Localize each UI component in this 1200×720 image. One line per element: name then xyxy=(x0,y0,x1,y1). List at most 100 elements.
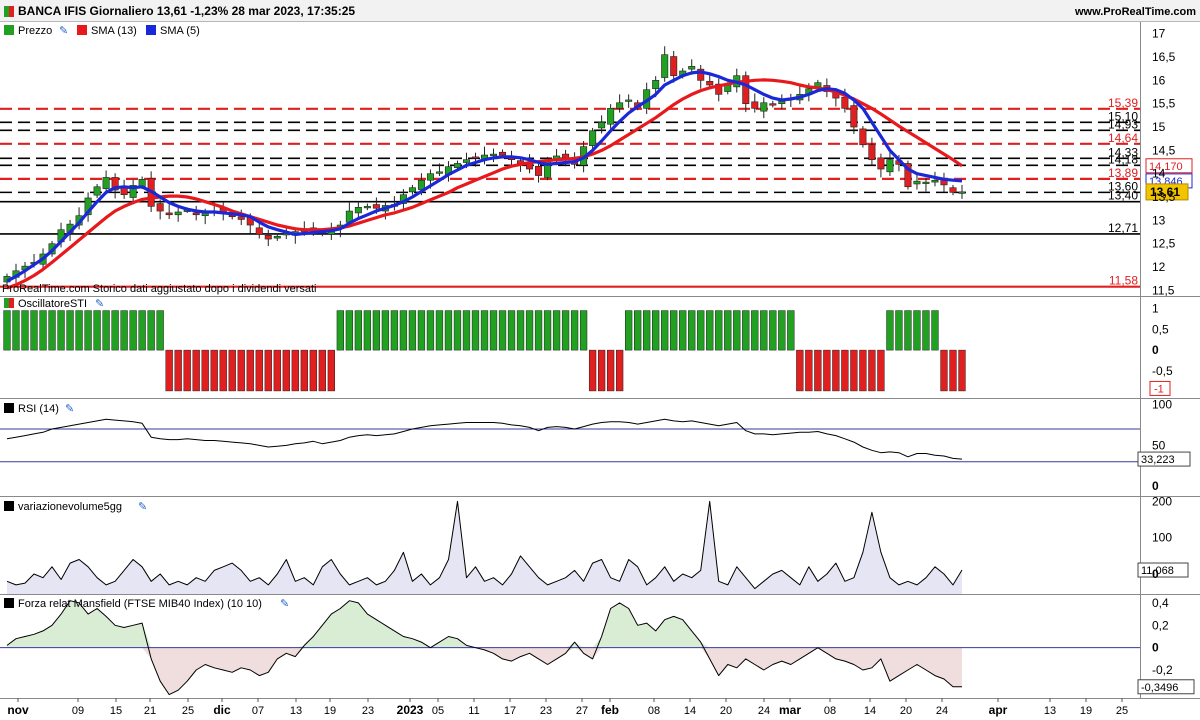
wrench-icon[interactable]: ✎ xyxy=(280,598,289,610)
mans-ytick: 0 xyxy=(1152,641,1159,655)
sti-title-text[interactable]: OscillatoreSTI xyxy=(18,298,87,310)
sti-ytick: 0,5 xyxy=(1152,322,1169,336)
sti-tag-value: -1 xyxy=(1154,383,1164,395)
sti-bar xyxy=(958,349,966,392)
candle-body xyxy=(625,99,633,102)
level-label: 14,93 xyxy=(1108,117,1138,131)
price-ytick: 12 xyxy=(1152,260,1166,274)
vol-title-text[interactable]: variazionevolume5gg xyxy=(18,501,122,513)
level-label: 14,18 xyxy=(1108,152,1138,166)
candle-body xyxy=(120,187,128,196)
vol-ytick: 0 xyxy=(1152,567,1159,581)
x-label: mar xyxy=(779,703,801,717)
candle-body xyxy=(760,102,768,112)
candle-body xyxy=(435,171,443,174)
sti-bar xyxy=(417,310,426,351)
sti-bar xyxy=(561,310,570,351)
candle-body xyxy=(913,180,921,185)
mans-title-text[interactable]: Forza relat Mansfield (FTSE MIB40 Index)… xyxy=(18,598,262,610)
sti-bar xyxy=(625,310,633,351)
legend-sma5[interactable]: SMA (5) xyxy=(160,25,200,37)
candle-body xyxy=(255,227,263,235)
sti-bar xyxy=(399,310,408,351)
sma13-legend-swatch xyxy=(77,25,87,35)
mans-ytick: -0,2 xyxy=(1152,663,1173,677)
price-ytick: 15,5 xyxy=(1152,97,1176,111)
sti-bar xyxy=(372,310,381,351)
level-label: 13,40 xyxy=(1108,189,1138,203)
legend-prezzo[interactable]: Prezzo xyxy=(18,25,52,37)
sti-bar xyxy=(246,349,254,392)
candle-body xyxy=(769,103,777,106)
candle-body xyxy=(273,235,281,239)
candle-body xyxy=(363,206,371,209)
candle-body xyxy=(192,212,200,216)
mans-ytick: 0,2 xyxy=(1152,618,1169,632)
sti-bar xyxy=(534,310,543,351)
sti-bar xyxy=(796,349,804,392)
candle-body xyxy=(652,80,660,90)
sti-ytick: 0 xyxy=(1152,343,1159,357)
candle-body xyxy=(778,101,786,104)
sti-bar xyxy=(570,310,579,351)
sti-bar xyxy=(327,349,335,392)
sti-bar xyxy=(715,310,723,351)
candle-body xyxy=(706,80,714,86)
candle-body xyxy=(841,96,849,109)
sti-bar xyxy=(525,310,534,351)
price-ytick: 17 xyxy=(1152,27,1166,41)
candle-body xyxy=(156,203,164,212)
x-label: 05 xyxy=(432,705,444,717)
price-ytick: 13 xyxy=(1152,213,1166,227)
candle-body xyxy=(661,54,669,78)
sti-bar xyxy=(543,310,552,351)
x-label: 20 xyxy=(900,705,912,717)
sti-bar xyxy=(823,349,831,392)
x-label: feb xyxy=(601,703,619,717)
sti-bar xyxy=(606,349,615,392)
sti-bar xyxy=(868,349,876,392)
wrench-icon[interactable]: ✎ xyxy=(138,501,147,513)
sti-bar xyxy=(751,310,759,351)
wrench-icon[interactable]: ✎ xyxy=(95,298,104,310)
sti-bar xyxy=(588,349,597,392)
sti-bar xyxy=(21,310,29,351)
candle-body xyxy=(859,128,867,146)
x-label: 20 xyxy=(720,705,732,717)
rsi-ytick: 100 xyxy=(1152,398,1172,412)
x-label: 21 xyxy=(144,705,156,717)
sti-bar xyxy=(282,349,290,392)
sti-bar xyxy=(769,310,777,351)
candle-body xyxy=(958,191,966,194)
rsi-ytick: 50 xyxy=(1152,438,1166,452)
mans-title: Forza relat Mansfield (FTSE MIB40 Index)… xyxy=(4,598,289,610)
sti-bar xyxy=(93,310,101,351)
sti-bar xyxy=(886,310,894,351)
sti-bar xyxy=(75,310,83,351)
sti-bar xyxy=(949,349,957,392)
sti-bar xyxy=(264,349,272,392)
candle-body xyxy=(264,235,272,240)
sti-bar xyxy=(84,310,92,351)
sti-bar xyxy=(742,310,750,351)
sti-bar xyxy=(597,349,606,392)
candle-body xyxy=(174,211,182,216)
sti-bar xyxy=(129,310,137,351)
sti-bar xyxy=(724,310,732,351)
sti-bar xyxy=(435,310,444,351)
rsi-title-text[interactable]: RSI (14) xyxy=(18,403,59,415)
price-ytick: 11,5 xyxy=(1152,283,1175,297)
sti-bar xyxy=(634,310,642,351)
candle-body xyxy=(165,212,173,216)
sti-bar xyxy=(787,310,795,351)
legend-sma13[interactable]: SMA (13) xyxy=(91,25,137,37)
wrench-icon[interactable]: ✎ xyxy=(59,25,68,37)
price-ytick: 12,5 xyxy=(1152,237,1176,251)
x-label: 27 xyxy=(576,705,588,717)
candle-body xyxy=(462,159,470,163)
wrench-icon[interactable]: ✎ xyxy=(65,403,74,415)
sti-bar xyxy=(408,310,417,351)
rsi-tag-value: 33,223 xyxy=(1141,454,1175,466)
candle-body xyxy=(850,105,858,128)
candle-body xyxy=(868,144,876,161)
